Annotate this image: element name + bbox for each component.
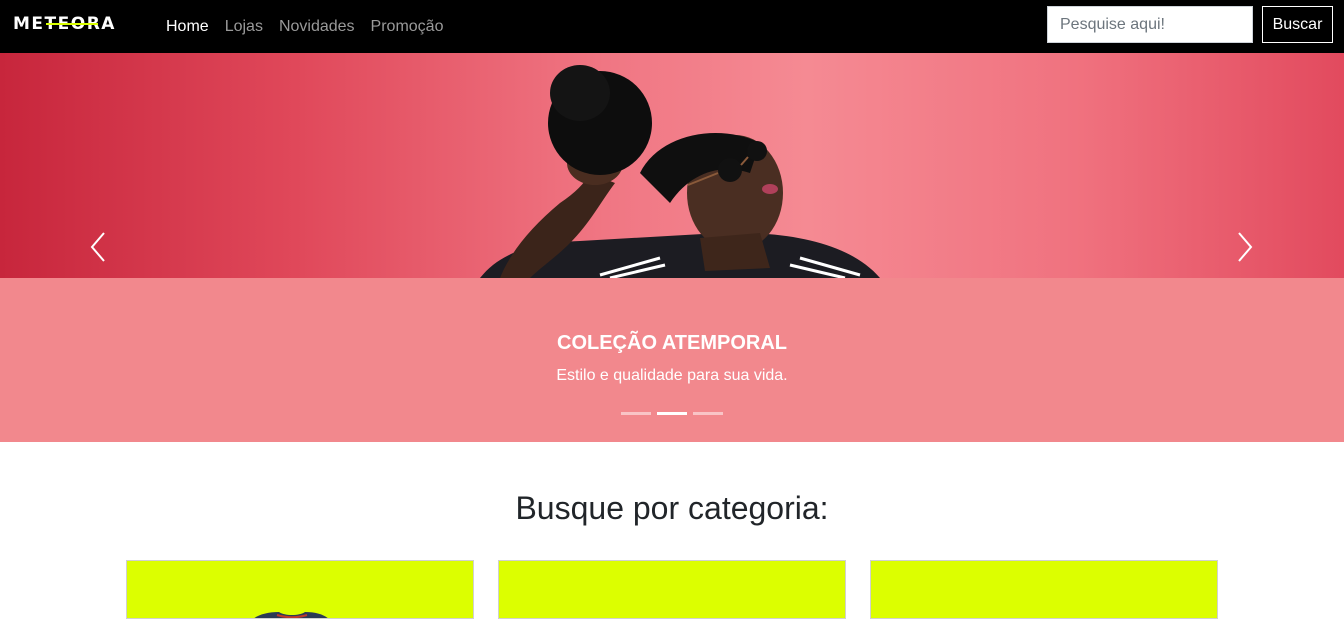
carousel-indicator-2[interactable]: [657, 412, 687, 415]
nav-link-novidades[interactable]: Novidades: [279, 18, 355, 36]
carousel-indicators: [621, 412, 729, 415]
category-card-2[interactable]: [498, 560, 846, 619]
chevron-right-icon: [1238, 232, 1253, 262]
logo-accent-bar: [46, 23, 98, 25]
nav-link-promocao[interactable]: Promoção: [371, 18, 444, 36]
brand-logo[interactable]: METEORA: [13, 14, 139, 34]
category-card-3[interactable]: [870, 560, 1218, 619]
category-cards: [126, 560, 1218, 619]
carousel-next-button[interactable]: [1234, 229, 1256, 265]
category-section-title: Busque por categoria:: [515, 490, 829, 526]
carousel-caption-subtitle: Estilo e qualidade para sua vida.: [556, 367, 788, 384]
hero-model-illustration: [480, 65, 880, 278]
carousel-indicator-3[interactable]: [693, 412, 723, 415]
carousel-caption-panel: [0, 278, 1344, 442]
nav-links: Home Lojas Novidades Promoção: [166, 0, 459, 53]
carousel-prev-button[interactable]: [87, 229, 109, 265]
search-input[interactable]: [1047, 6, 1253, 43]
nav-link-home[interactable]: Home: [166, 18, 209, 36]
search-button[interactable]: Buscar: [1262, 6, 1333, 43]
tshirt-image: [254, 612, 328, 618]
nav-link-lojas[interactable]: Lojas: [225, 18, 263, 36]
carousel-caption-title: COLEÇÃO ATEMPORAL: [557, 332, 787, 354]
chevron-left-icon: [90, 232, 105, 262]
hero-carousel: COLEÇÃO ATEMPORAL Estilo e qualidade par…: [0, 53, 1344, 442]
carousel-indicator-1[interactable]: [621, 412, 651, 415]
category-card-1[interactable]: [126, 560, 474, 619]
carousel-slide-image: [0, 53, 1344, 278]
navbar: METEORA Home Lojas Novidades Promoção Bu…: [0, 0, 1344, 53]
